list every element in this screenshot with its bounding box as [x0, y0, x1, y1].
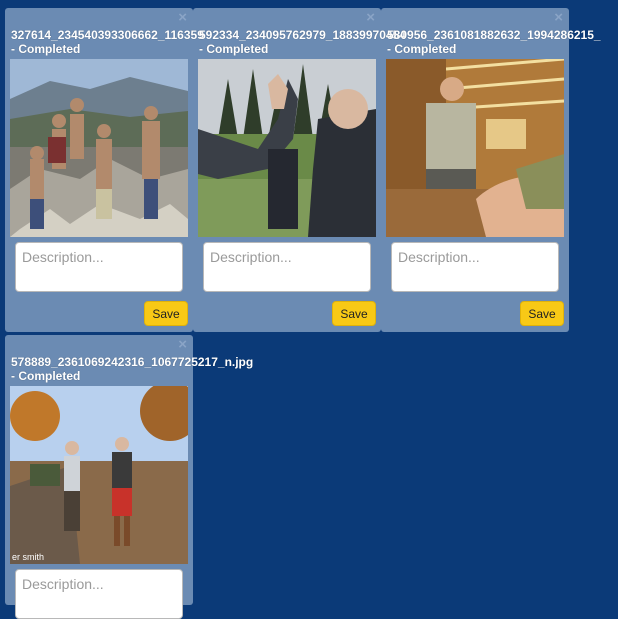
filename-text: 578889_2361069242316_1067725217_n.jpg: [11, 355, 254, 369]
description-input[interactable]: [15, 242, 183, 292]
upload-card: × 592334_234095762979_18839970454 - Comp…: [193, 8, 406, 332]
photo-thumbnail: [198, 59, 376, 237]
filename-text: 592334_234095762979_18839970454: [199, 28, 406, 42]
save-button[interactable]: Save: [144, 301, 188, 326]
photo-thumbnail: er smith: [10, 386, 188, 564]
upload-card: × 580956_2361081882632_1994286215_ - Com…: [381, 8, 601, 332]
upload-status: - Completed: [199, 42, 269, 56]
upload-card: × 578889_2361069242316_1067725217_n.jpg …: [5, 335, 253, 619]
filename-label: 580956_2361081882632_1994286215_ - Compl…: [387, 28, 601, 56]
upload-status: - Completed: [11, 369, 81, 383]
close-icon[interactable]: ×: [366, 10, 375, 26]
filename-label: 327614_234540393306662_116359 - Complete…: [11, 28, 204, 56]
save-button[interactable]: Save: [332, 301, 376, 326]
filename-text: 327614_234540393306662_116359: [11, 28, 204, 42]
close-icon[interactable]: ×: [178, 10, 187, 26]
upload-status: - Completed: [387, 42, 457, 56]
photo-thumbnail: [10, 59, 188, 237]
upload-card: × 327614_234540393306662_116359 - Comple…: [5, 8, 204, 332]
filename-label: 592334_234095762979_18839970454 - Comple…: [199, 28, 406, 56]
photo-credit: er smith: [12, 552, 44, 562]
save-button[interactable]: Save: [520, 301, 564, 326]
description-input[interactable]: [15, 569, 183, 619]
close-icon[interactable]: ×: [178, 337, 187, 353]
description-input[interactable]: [203, 242, 371, 292]
filename-text: 580956_2361081882632_1994286215_: [387, 28, 601, 42]
description-input[interactable]: [391, 242, 559, 292]
photo-thumbnail: [386, 59, 564, 237]
filename-label: 578889_2361069242316_1067725217_n.jpg - …: [11, 355, 253, 383]
close-icon[interactable]: ×: [554, 10, 563, 26]
upload-status: - Completed: [11, 42, 81, 56]
